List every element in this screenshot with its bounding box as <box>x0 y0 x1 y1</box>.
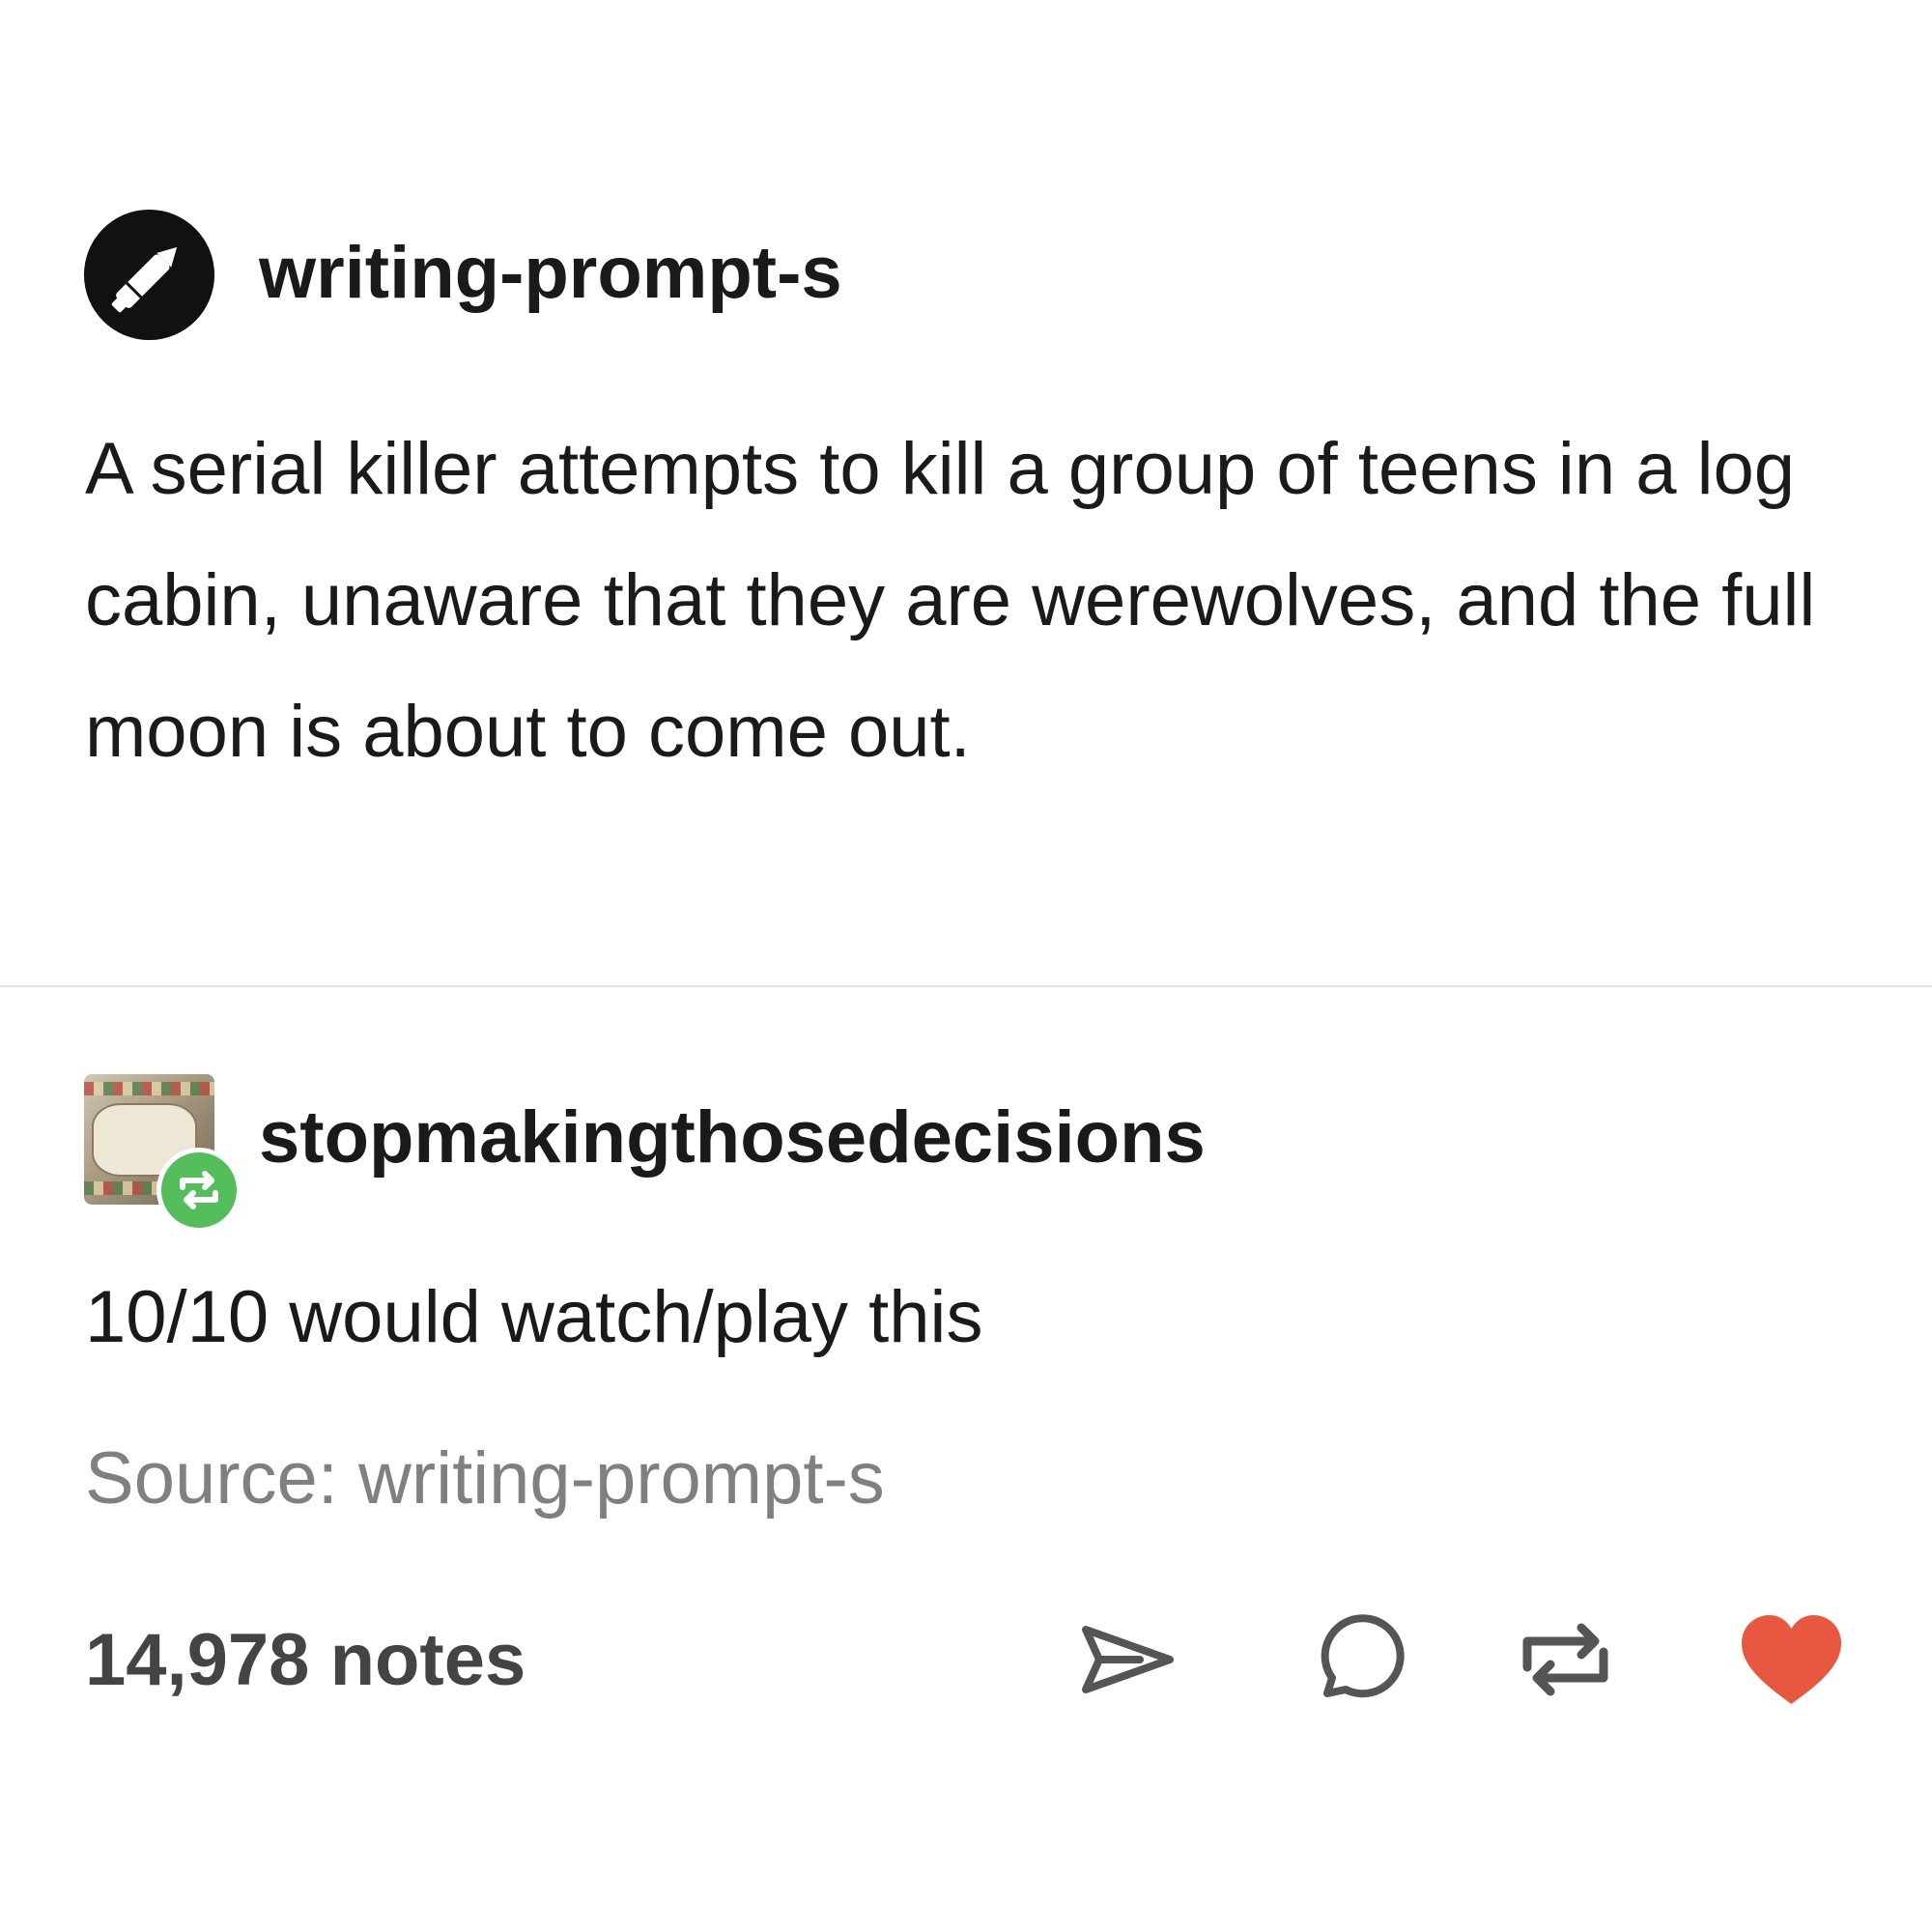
reblog-comment-text: 10/10 would watch/play this <box>85 1276 983 1358</box>
reply-icon <box>1321 1614 1405 1698</box>
reblogger-username[interactable]: stopmakingthosedecisions <box>259 1101 1206 1175</box>
original-post-text: A serial killer attempts to kill a group… <box>85 428 1816 773</box>
share-icon <box>1082 1626 1174 1693</box>
source-link[interactable]: Source: writing-prompt-s <box>85 1435 885 1522</box>
like-button[interactable] <box>1736 1611 1847 1708</box>
reblog-icon <box>1522 1623 1608 1696</box>
reblog-badge <box>156 1148 242 1233</box>
post-divider <box>0 985 1932 987</box>
heart-icon <box>1742 1615 1841 1704</box>
reblog-button[interactable] <box>1510 1611 1621 1708</box>
reply-button[interactable] <box>1294 1611 1406 1708</box>
original-poster-username[interactable]: writing-prompt-s <box>259 237 842 310</box>
pen-icon <box>84 210 214 340</box>
avatar-decoration <box>84 1082 214 1095</box>
notes-count[interactable]: 14,978 notes <box>85 1616 526 1704</box>
share-button[interactable] <box>1072 1611 1183 1708</box>
reblog-icon <box>180 1171 218 1209</box>
avatar-writing-prompt-s[interactable] <box>84 210 214 340</box>
